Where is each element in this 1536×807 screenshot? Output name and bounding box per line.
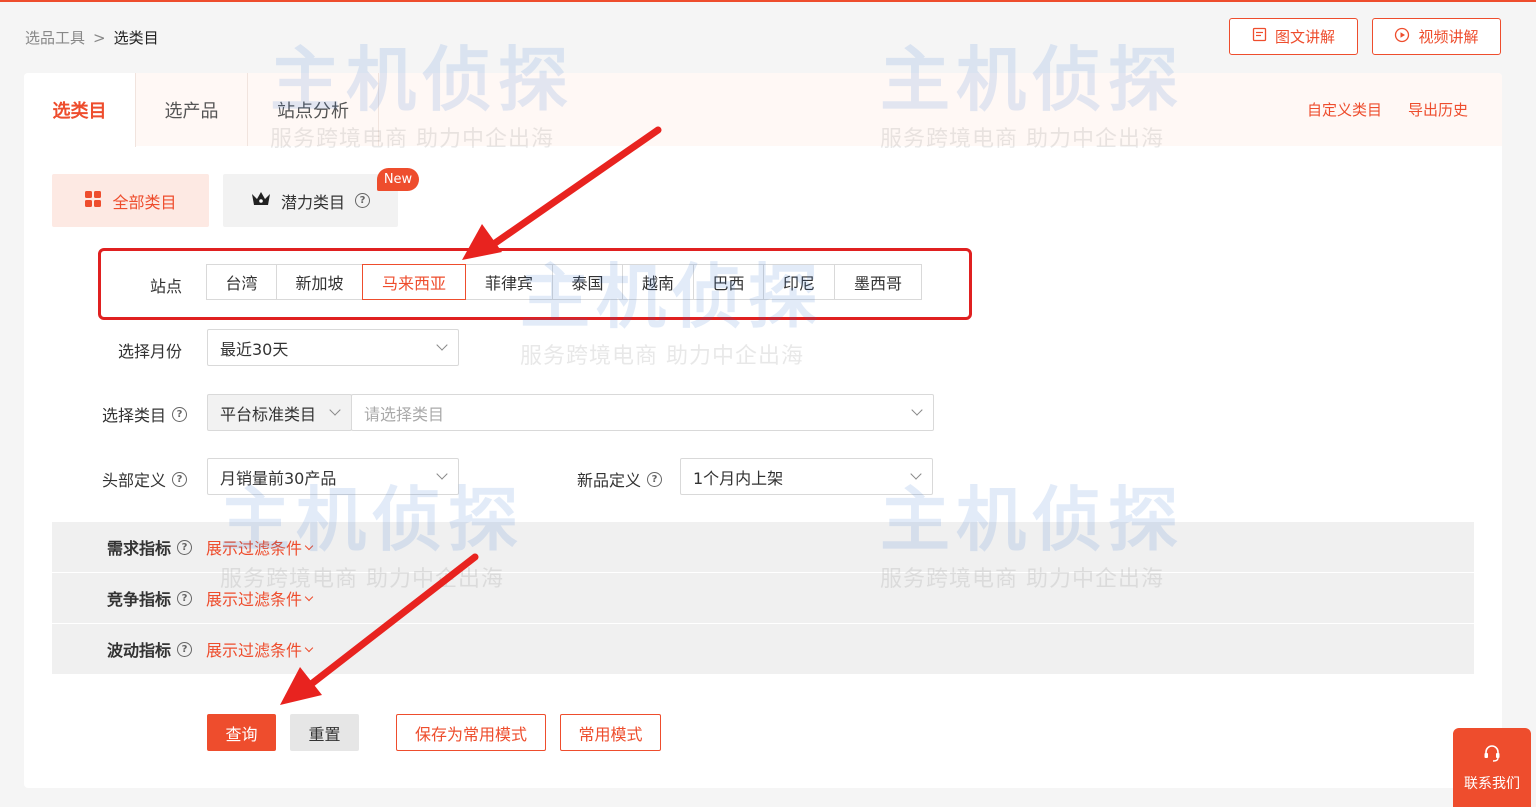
grid-icon: [84, 190, 102, 212]
tab-bar: 选类目 选产品 站点分析 自定义类目 导出历史: [24, 73, 1502, 147]
head-select[interactable]: 月销量前30产品: [207, 458, 459, 495]
video-guide-label: 视频讲解: [1418, 28, 1479, 46]
filter-label-group: 波动指标?: [52, 637, 192, 661]
help-icon[interactable]: ?: [172, 406, 187, 422]
filter-row-demand: 需求指标? 展示过滤条件: [52, 522, 1474, 573]
all-categories-label: 全部类目: [112, 192, 177, 212]
breadcrumb: 选品工具 > 选类目: [25, 27, 159, 48]
help-icon[interactable]: ?: [647, 471, 662, 487]
top-accent-line: [0, 0, 1536, 2]
show-filter-link[interactable]: 展示过滤条件: [206, 535, 314, 559]
category-label: 选择类目: [101, 406, 166, 425]
headset-icon: [1482, 743, 1502, 767]
show-filter-label: 展示过滤条件: [206, 590, 303, 609]
help-icon[interactable]: ?: [355, 193, 370, 208]
head-label: 头部定义: [101, 471, 166, 490]
new-badge: New: [377, 168, 419, 191]
contact-us-label: 联系我们: [1464, 775, 1520, 792]
help-icon[interactable]: ?: [177, 641, 192, 657]
play-icon: [1394, 27, 1410, 47]
help-icon[interactable]: ?: [177, 539, 192, 555]
breadcrumb-separator: >: [93, 28, 106, 47]
breadcrumb-current: 选类目: [113, 29, 159, 47]
category-type-select[interactable]: 平台标准类目: [207, 394, 352, 431]
filter-label: 竞争指标: [106, 590, 171, 609]
category-placeholder: 请选择类目: [364, 404, 445, 424]
breadcrumb-parent[interactable]: 选品工具: [25, 27, 85, 48]
export-history-link[interactable]: 导出历史: [1408, 99, 1468, 120]
video-guide-button[interactable]: 视频讲解: [1372, 18, 1501, 55]
head-value: 月销量前30产品: [220, 468, 337, 488]
doc-guide-label: 图文讲解: [1274, 28, 1335, 46]
common-mode-button[interactable]: 常用模式: [560, 714, 661, 751]
filter-label: 需求指标: [106, 539, 171, 558]
all-categories-button[interactable]: 全部类目: [52, 174, 209, 227]
new-product-label: 新品定义: [576, 471, 641, 490]
chevron-down-icon: [911, 404, 923, 416]
document-icon: [1252, 27, 1267, 46]
filter-row-competition: 竞争指标? 展示过滤条件: [52, 573, 1474, 624]
category-label-group: 选择类目 ?: [64, 402, 187, 426]
month-value: 最近30天: [220, 339, 289, 359]
new-product-value: 1个月内上架: [693, 468, 784, 488]
filter-label-group: 竞争指标?: [52, 586, 192, 610]
potential-categories-button[interactable]: 潜力类目 ?: [223, 174, 398, 227]
head-label-group: 头部定义 ?: [64, 467, 187, 491]
chevron-down-icon: [910, 468, 922, 480]
doc-guide-button[interactable]: 图文讲解: [1229, 18, 1358, 55]
category-type-value: 平台标准类目: [220, 404, 317, 424]
query-button[interactable]: 查询: [207, 714, 276, 751]
help-icon[interactable]: ?: [172, 471, 187, 487]
chevron-down-icon: [329, 404, 341, 416]
new-product-label-group: 新品定义 ?: [544, 467, 662, 491]
highlight-box: [98, 248, 972, 320]
show-filter-link[interactable]: 展示过滤条件: [206, 637, 314, 661]
site-option-malaysia[interactable]: 马来西亚: [362, 264, 466, 300]
chevron-down-icon: [436, 339, 448, 351]
filter-label-group: 需求指标?: [52, 535, 192, 559]
tab-site-analysis[interactable]: 站点分析: [248, 73, 379, 146]
new-product-select[interactable]: 1个月内上架: [680, 458, 933, 495]
contact-us-button[interactable]: 联系我们: [1453, 728, 1531, 807]
tab-select-product[interactable]: 选产品: [136, 73, 248, 146]
category-select[interactable]: 请选择类目: [351, 394, 934, 431]
potential-categories-label: 潜力类目: [280, 192, 345, 212]
main-card: 选类目 选产品 站点分析 自定义类目 导出历史 全部类目 潜力类目 ? New …: [24, 73, 1502, 788]
save-mode-button[interactable]: 保存为常用模式: [396, 714, 546, 751]
crown-icon: [251, 191, 271, 211]
filter-row-volatility: 波动指标? 展示过滤条件: [52, 624, 1474, 675]
chevron-down-icon: [304, 643, 314, 652]
chevron-down-icon: [304, 592, 314, 601]
tab-select-category[interactable]: 选类目: [24, 73, 136, 147]
reset-button[interactable]: 重置: [290, 714, 359, 751]
custom-category-link[interactable]: 自定义类目: [1307, 99, 1382, 120]
filter-label: 波动指标: [106, 641, 171, 660]
month-label: 选择月份: [117, 342, 182, 361]
month-select[interactable]: 最近30天: [207, 329, 459, 366]
chevron-down-icon: [436, 468, 448, 480]
show-filter-label: 展示过滤条件: [206, 539, 303, 558]
show-filter-link[interactable]: 展示过滤条件: [206, 586, 314, 610]
filter-list: 需求指标? 展示过滤条件 竞争指标? 展示过滤条件 波动指标? 展示过滤条件: [52, 522, 1474, 675]
help-icon[interactable]: ?: [177, 590, 192, 606]
chevron-down-icon: [304, 541, 314, 550]
show-filter-label: 展示过滤条件: [206, 641, 303, 660]
